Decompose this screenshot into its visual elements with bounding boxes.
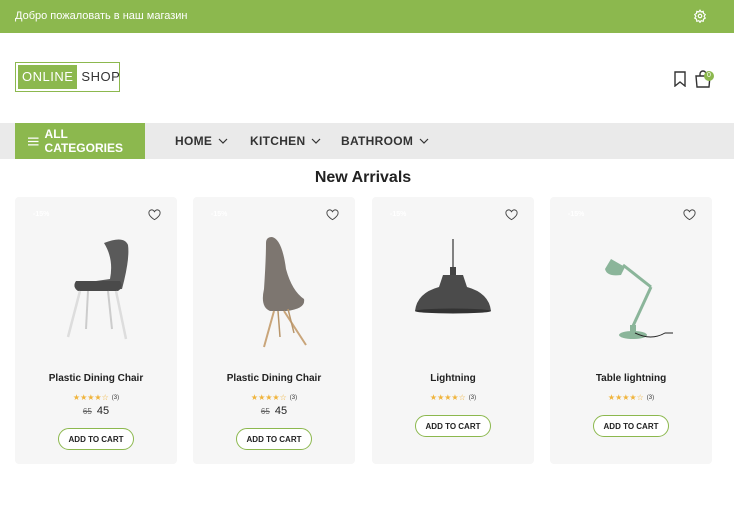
add-to-cart-button[interactable]: ADD TO CART (593, 415, 669, 437)
product-name[interactable]: Lightning (372, 373, 534, 384)
all-categories-button[interactable]: ALL CATEGORIES (15, 123, 145, 159)
nav-bar: ALL CATEGORIES HOME KITCHEN BATHROOM (0, 123, 734, 159)
chevron-down-icon (218, 138, 228, 144)
nav-item-kitchen[interactable]: KITCHEN (250, 123, 321, 159)
chevron-down-icon (312, 138, 321, 144)
heart-icon[interactable] (326, 209, 339, 221)
product-card[interactable]: -15% Table lightning ★★★★☆ (3) ADD TO CA… (550, 197, 712, 464)
product-card[interactable]: -15% Plastic Dining Chair ★★★★☆ (3) 65 4… (193, 197, 355, 464)
add-to-cart-button[interactable]: ADD TO CART (58, 428, 134, 450)
heart-icon[interactable] (148, 209, 161, 221)
bookmark-icon[interactable] (673, 71, 687, 87)
product-image[interactable] (393, 229, 513, 357)
rating-count: (3) (289, 394, 298, 401)
header: ONLINE SHOP 0 (0, 33, 734, 123)
rating-stars: ★★★★☆ (72, 393, 109, 402)
logo[interactable]: ONLINE SHOP (15, 62, 120, 92)
cart-count-badge: 0 (704, 71, 714, 81)
nav-item-label: KITCHEN (250, 134, 306, 148)
old-price: 65 (82, 407, 92, 416)
gear-icon[interactable] (693, 9, 707, 23)
price: 65 45 (193, 405, 355, 417)
nav-item-home[interactable]: HOME (175, 123, 228, 159)
section-title: New Arrivals (314, 169, 412, 186)
product-name[interactable]: Plastic Dining Chair (15, 373, 177, 384)
rating: ★★★★☆ (3) (193, 393, 355, 402)
nav-item-label: HOME (175, 134, 213, 148)
rating-stars: ★★★★☆ (429, 393, 466, 402)
current-price: 45 (96, 405, 110, 417)
current-price: 45 (274, 405, 288, 417)
product-name[interactable]: Table lightning (550, 373, 712, 384)
rating-stars: ★★★★☆ (607, 393, 644, 402)
product-image[interactable] (571, 229, 691, 357)
old-price: 65 (260, 407, 270, 416)
rating: ★★★★☆ (3) (550, 393, 712, 402)
add-to-cart-button[interactable]: ADD TO CART (415, 415, 491, 437)
welcome-text: Добро пожаловать в наш магазин (15, 10, 188, 22)
rating-count: (3) (468, 394, 477, 401)
heart-icon[interactable] (683, 209, 696, 221)
rating: ★★★★☆ (3) (15, 393, 177, 402)
nav-item-label: BATHROOM (341, 134, 414, 148)
sale-badge: -15% (33, 211, 50, 218)
add-to-cart-button[interactable]: ADD TO CART (236, 428, 312, 450)
sale-badge: -15% (390, 211, 407, 218)
all-categories-label: ALL CATEGORIES (44, 127, 123, 155)
sale-badge: -15% (568, 211, 585, 218)
rating: ★★★★☆ (3) (372, 393, 534, 402)
logo-shop: SHOP (81, 69, 121, 84)
product-image[interactable] (214, 229, 334, 357)
product-name[interactable]: Plastic Dining Chair (193, 373, 355, 384)
rating-stars: ★★★★☆ (250, 393, 287, 402)
chevron-down-icon (419, 138, 429, 144)
product-card[interactable]: -15% Lightning ★★★★☆ (3) ADD TO CART (372, 197, 534, 464)
product-image[interactable] (36, 229, 156, 357)
hamburger-icon (28, 137, 39, 145)
logo-online: ONLINE (18, 65, 78, 89)
rating-count: (3) (111, 394, 120, 401)
price: 65 45 (15, 405, 177, 417)
rating-count: (3) (646, 394, 655, 401)
nav-item-bathroom[interactable]: BATHROOM (341, 123, 429, 159)
product-card[interactable]: -15% Plastic Dining Chair ★★★★☆ (3) 65 4… (15, 197, 177, 464)
heart-icon[interactable] (505, 209, 518, 221)
sale-badge: -15% (211, 211, 228, 218)
top-bar: Добро пожаловать в наш магазин (0, 0, 734, 33)
